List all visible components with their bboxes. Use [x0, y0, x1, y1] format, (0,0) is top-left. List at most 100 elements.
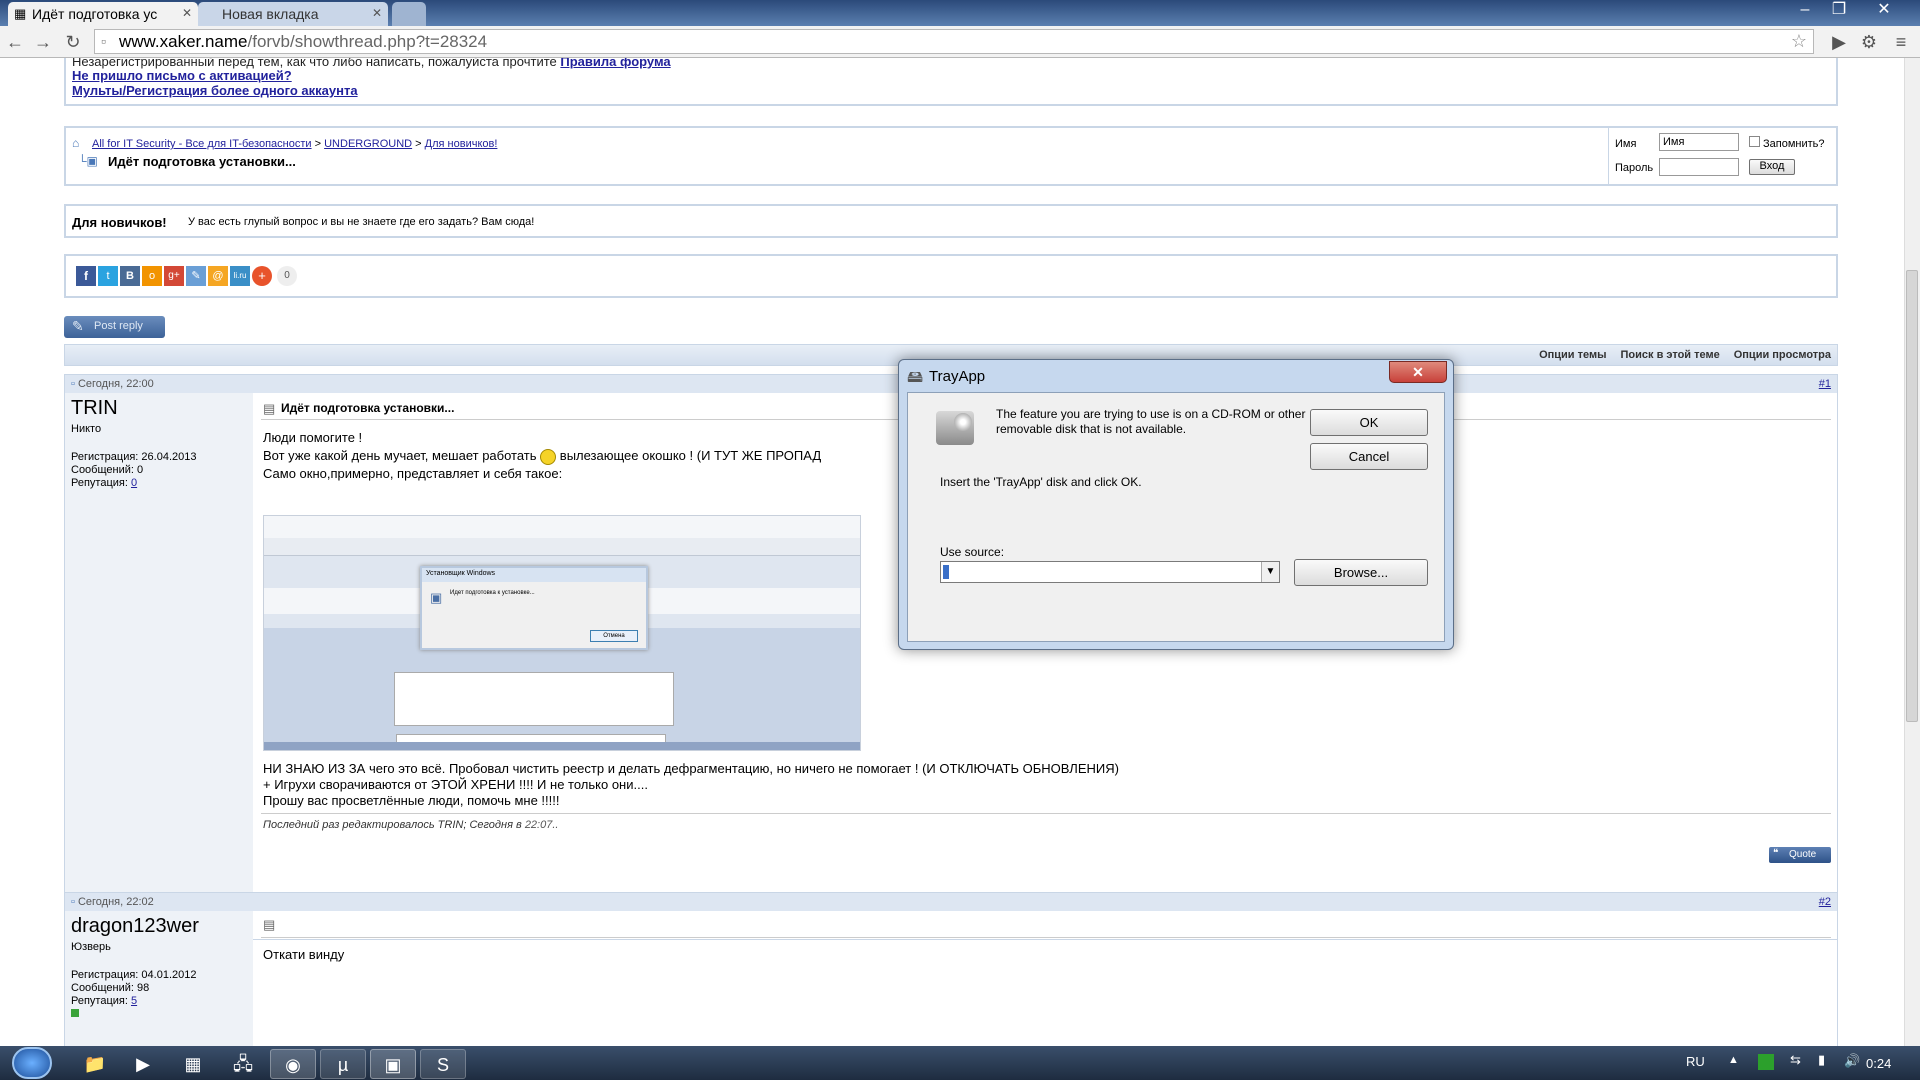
screenshot-dialog: Установщик Windows ▣ Идет подготовка к у… [420, 566, 648, 650]
menu-icon[interactable]: ≡ [1890, 31, 1912, 53]
extension-icon[interactable]: ▶ [1828, 31, 1850, 53]
post-body-after: НИ ЗНАЮ ИЗ ЗА чего это всё. Пробовал чис… [263, 761, 1119, 809]
tab-active[interactable]: ▦ Идёт подготовка ус ✕ [8, 2, 198, 26]
view-options-menu[interactable]: Опции просмотра [1734, 349, 1831, 361]
breadcrumb-item[interactable]: All for IT Security - Все для IT-безопас… [92, 138, 312, 150]
mail-icon[interactable]: @ [208, 266, 228, 286]
edited-text: Последний раз редактировалось TRIN; Сего… [263, 819, 522, 831]
google-plus-icon[interactable]: g+ [164, 266, 184, 286]
facebook-icon[interactable]: f [76, 266, 96, 286]
post-author[interactable]: dragon123wer [71, 915, 199, 938]
twitter-icon[interactable]: t [98, 266, 118, 286]
source-value [943, 565, 949, 579]
ok-button[interactable]: OK [1310, 409, 1428, 436]
liru-icon[interactable]: li.ru [230, 266, 250, 286]
post-author-panel: dragon123wer Юзверь Регистрация: 04.01.2… [65, 911, 253, 1046]
source-label: Use source: [940, 545, 1005, 559]
post-number[interactable]: #1 [1819, 378, 1831, 390]
username-input[interactable] [1659, 133, 1739, 151]
scrollbar-thumb[interactable] [1906, 270, 1918, 722]
post-line: Само окно,примерно, представляет и себя … [263, 466, 563, 481]
signal-icon[interactable]: ▮ [1818, 1052, 1825, 1068]
post-author[interactable]: TRIN [71, 397, 118, 420]
dialog-close-icon[interactable]: ✕ [1389, 361, 1447, 383]
address-bar[interactable]: ▫ www.xaker.name/forvb/showthread.php?t=… [94, 29, 1814, 54]
explorer-taskbar-icon[interactable]: 📁 [72, 1049, 118, 1079]
quote-button[interactable]: ❝ Quote [1769, 847, 1831, 863]
back-icon[interactable]: ← [4, 31, 26, 53]
more-share-icon[interactable]: + [252, 266, 272, 286]
breadcrumb-item[interactable]: UNDERGROUND [324, 138, 412, 150]
rules-link[interactable]: Правила форума [560, 58, 670, 69]
quote-icon: ❝ [1773, 848, 1779, 859]
tray-expand-icon[interactable]: ▲ [1728, 1054, 1739, 1066]
login-form: Имя Запомнить? Пароль Вход [1608, 128, 1838, 184]
post-body: Люди помогите ! Вот уже какой день мучае… [263, 429, 821, 483]
taskbar: 📁 ▶ ▦ 🖧 ◉ µ ▣ S RU ▲ ⇆ ▮ 🔊 0:24 [0, 1046, 1920, 1080]
rep-value[interactable]: 0 [131, 477, 137, 489]
post-header: ▫ Сегодня, 22:02 #2 [65, 893, 1837, 911]
smiley-icon [540, 448, 557, 465]
reload-icon[interactable]: ↻ [62, 31, 84, 53]
browse-button[interactable]: Browse... [1294, 559, 1428, 586]
language-indicator[interactable]: RU [1686, 1054, 1705, 1069]
new-tab-button[interactable] [392, 2, 426, 26]
close-tab-icon[interactable]: ✕ [372, 6, 382, 20]
thread-options-menu[interactable]: Опции темы [1539, 349, 1606, 361]
clock[interactable]: 0:24 [1866, 1056, 1891, 1071]
odnoklassniki-icon[interactable]: o [142, 266, 162, 286]
vk-icon[interactable]: B [120, 266, 140, 286]
tab-new[interactable]: Новая вкладка ✕ [198, 2, 388, 26]
remember-checkbox[interactable] [1749, 136, 1760, 147]
author-msgs: Сообщений: 98 [71, 982, 150, 994]
tray-network-icon[interactable]: ⇆ [1790, 1052, 1801, 1068]
post-date: Сегодня, 22:02 [77, 896, 154, 908]
installer-icon: ▣ [430, 590, 443, 605]
app-grid-taskbar-icon[interactable]: ▦ [170, 1049, 216, 1079]
post-2: ▫ Сегодня, 22:02 #2 dragon123wer Юзверь … [64, 892, 1838, 1046]
chrome-taskbar-icon[interactable]: ◉ [270, 1049, 316, 1079]
author-rank: Юзверь [71, 941, 111, 953]
cancel-button[interactable]: Cancel [1310, 443, 1428, 470]
screenshot-dialog-text: Идет подготовка к установке... [450, 590, 535, 596]
close-tab-icon[interactable]: ✕ [182, 6, 192, 20]
skype-taskbar-icon[interactable]: S [420, 1049, 466, 1079]
post-number[interactable]: #2 [1819, 896, 1831, 908]
tray-app-icon[interactable] [1758, 1054, 1774, 1070]
livejournal-icon[interactable]: ✎ [186, 266, 206, 286]
close-window-icon[interactable]: ✕ [1864, 0, 1904, 22]
rep-value[interactable]: 5 [131, 995, 137, 1007]
post-screenshot: Установщик Windows ▣ Идет подготовка к у… [263, 515, 861, 751]
author-reg-date: Регистрация: 26.04.2013 [71, 451, 197, 463]
torrent-taskbar-icon[interactable]: µ [320, 1049, 366, 1079]
star-icon[interactable]: ☆ [1791, 31, 1807, 52]
multi-account-link[interactable]: Мульты/Регистрация более одного аккаунта [72, 83, 358, 98]
maximize-icon[interactable]: ❐ [1824, 0, 1854, 22]
forward-icon[interactable]: → [32, 31, 54, 53]
activation-link[interactable]: Не пришло письмо с активацией? [72, 68, 292, 83]
minimize-icon[interactable]: – [1790, 0, 1820, 22]
breadcrumb-item[interactable]: Для новичков! [425, 138, 498, 150]
extension2-icon[interactable]: ⚙ [1858, 31, 1880, 53]
screenshot-cancel-button: Отмена [590, 630, 638, 642]
toolbar: ← → ↻ ▫ www.xaker.name/forvb/showthread.… [0, 26, 1920, 58]
author-reg-date: Регистрация: 04.01.2012 [71, 969, 197, 981]
edited-note: Последний раз редактировалось TRIN; Сего… [263, 819, 558, 831]
trayapp-taskbar-icon[interactable]: ▣ [370, 1049, 416, 1079]
forum-description: Для новичков! У вас есть глупый вопрос и… [64, 204, 1838, 238]
media-player-taskbar-icon[interactable]: ▶ [120, 1049, 166, 1079]
forum-desc-text: У вас есть глупый вопрос и вы не знаете … [188, 216, 535, 228]
volume-icon[interactable]: 🔊 [1844, 1053, 1860, 1069]
start-button[interactable] [12, 1047, 52, 1079]
screenshot-dialog-title: Установщик Windows [422, 568, 646, 582]
network-taskbar-icon[interactable]: 🖧 [220, 1049, 266, 1079]
post-line: НИ ЗНАЮ ИЗ ЗА чего это всё. Пробовал чис… [263, 761, 1119, 776]
chevron-down-icon[interactable]: ▼ [1261, 562, 1279, 582]
post-reply-button[interactable]: ✎ Post reply [64, 316, 165, 338]
source-combobox[interactable]: ▼ [940, 561, 1280, 583]
home-icon[interactable]: ⌂ [72, 136, 79, 150]
post-content: ▤ Откати винду [261, 917, 1831, 1046]
password-input[interactable] [1659, 158, 1739, 176]
login-button[interactable]: Вход [1749, 159, 1795, 175]
search-thread-menu[interactable]: Поиск в этой теме [1621, 349, 1720, 361]
